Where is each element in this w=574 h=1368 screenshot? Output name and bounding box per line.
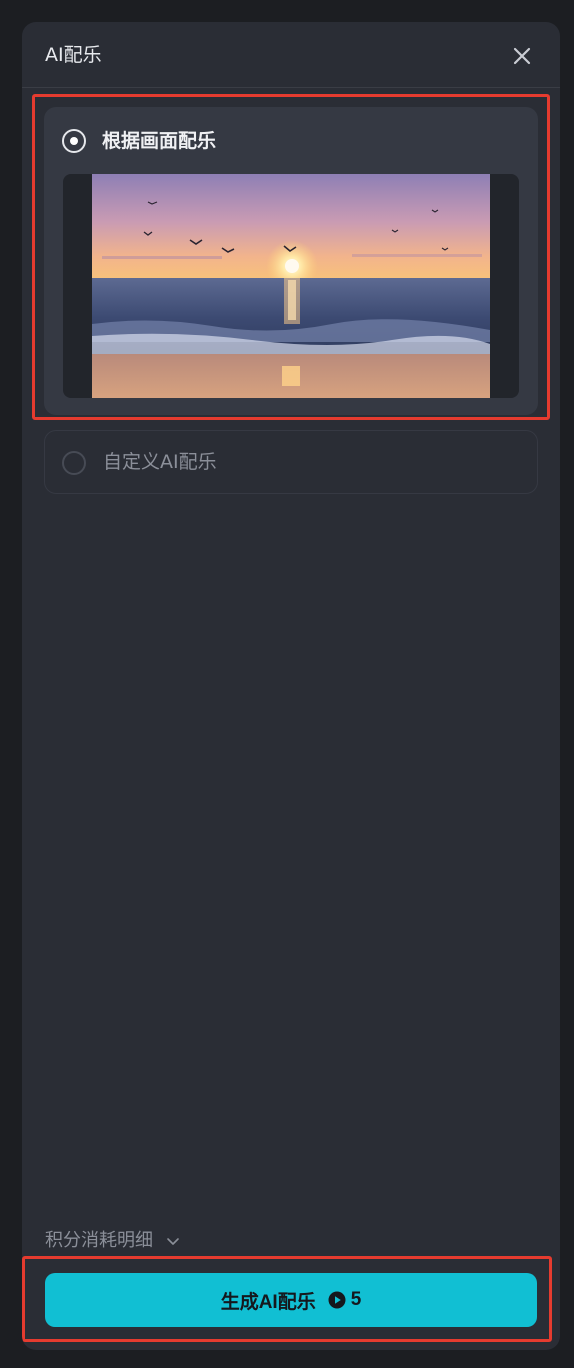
cost-detail-label: 积分消耗明细 xyxy=(45,1230,153,1251)
play-circle-icon xyxy=(328,1291,346,1309)
sunset-beach-preview-image xyxy=(92,174,490,398)
option-custom-ai-music-label: 自定义AI配乐 xyxy=(103,451,217,473)
generate-button-label: 生成AI配乐 xyxy=(220,1291,316,1313)
close-button[interactable] xyxy=(510,44,534,68)
points-cost: 5 xyxy=(350,1289,362,1310)
chevron-down-icon xyxy=(167,1238,179,1245)
option-custom-ai-music[interactable]: 自定义AI配乐 xyxy=(44,430,538,494)
option-match-picture[interactable]: 根据画面配乐 xyxy=(44,107,538,415)
close-icon xyxy=(513,47,531,65)
ai-music-panel: AI配乐 根据画面配乐 自定义AI配乐 积分消耗明细 生成AI配乐 5 xyxy=(22,22,560,1350)
option-match-picture-label: 根据画面配乐 xyxy=(102,130,217,152)
panel-header: AI配乐 xyxy=(22,22,560,88)
generate-ai-music-button[interactable]: 生成AI配乐 5 xyxy=(45,1273,537,1327)
radio-custom-ai-music[interactable] xyxy=(62,451,86,475)
radio-match-picture[interactable] xyxy=(62,129,86,153)
panel-title: AI配乐 xyxy=(45,44,102,66)
video-preview xyxy=(63,174,519,398)
cost-detail-toggle[interactable]: 积分消耗明细 xyxy=(45,1228,181,1254)
